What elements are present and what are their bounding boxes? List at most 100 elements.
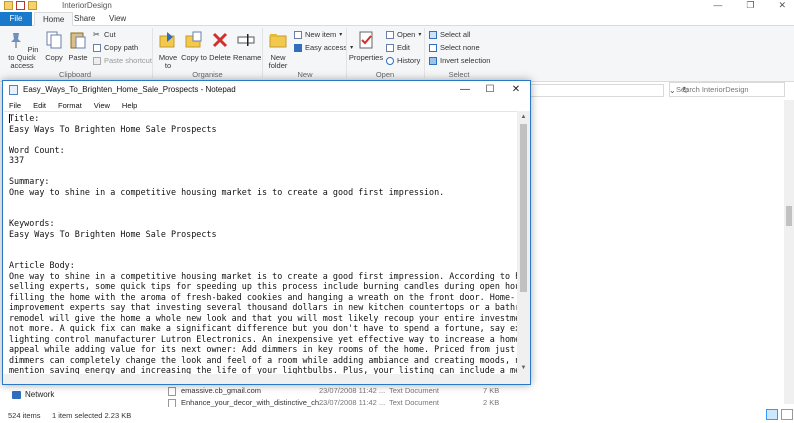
file-size: 2 KB	[483, 398, 500, 407]
maximize-icon[interactable]: ❐	[746, 0, 754, 11]
properties-icon	[359, 31, 373, 49]
edit-icon	[386, 43, 394, 52]
scroll-down-icon[interactable]: ▼	[517, 362, 530, 374]
pin-quick-access-button[interactable]: Pin to Quick access	[2, 30, 42, 70]
explorer-title-bar: InteriorDesign — ❐ ✕	[0, 0, 794, 12]
easy-access-button[interactable]: Easy access ▾	[294, 43, 353, 52]
notepad-title-bar[interactable]: Easy_Ways_To_Brighten_Home_Sale_Prospect…	[3, 81, 530, 99]
select-none-button[interactable]: Select none	[429, 43, 480, 52]
copy-to-button[interactable]: Copy to	[181, 30, 207, 62]
group-label-open: Open	[375, 70, 395, 79]
explorer-scrollbar[interactable]	[784, 100, 794, 404]
chevron-down-icon: ▾	[418, 32, 422, 38]
folder-icon	[4, 1, 13, 10]
notepad-scrollbar[interactable]: ▲ ▼	[517, 111, 530, 374]
tab-file[interactable]: File	[0, 12, 32, 26]
notepad-icon	[9, 85, 18, 95]
scrollbar-thumb[interactable]	[786, 206, 792, 226]
menu-edit[interactable]: Edit	[27, 99, 52, 111]
notepad-text-area[interactable]: Title: Easy Ways To Brighten Home Sale P…	[4, 111, 517, 374]
tab-view[interactable]: View	[101, 12, 134, 26]
edit-button[interactable]: Edit	[386, 43, 410, 52]
file-type: Text Document	[389, 398, 440, 407]
new-folder-icon[interactable]	[28, 1, 37, 10]
ribbon-divider	[346, 28, 347, 78]
address-bar[interactable]	[530, 84, 664, 97]
text-file-icon	[168, 387, 176, 396]
minimize-icon[interactable]: —	[713, 0, 722, 11]
history-button[interactable]: History	[386, 56, 420, 65]
minimize-icon[interactable]: —	[451, 81, 479, 99]
open-button[interactable]: Open ▾	[386, 30, 421, 39]
properties-check-icon[interactable]	[16, 1, 25, 10]
group-label-clipboard: Clipboard	[58, 70, 92, 79]
select-all-button[interactable]: Select all	[429, 30, 470, 39]
status-bar: 524 items 1 item selected 2.23 KB	[0, 407, 794, 423]
history-icon	[386, 56, 394, 65]
move-to-button[interactable]: Move to	[155, 30, 181, 70]
menu-file[interactable]: File	[3, 99, 27, 111]
ribbon: Pin to Quick access Copy Paste ✂ Cut Cop…	[0, 26, 794, 82]
tab-share[interactable]: Share	[66, 12, 103, 26]
document-text[interactable]: Title: Easy Ways To Brighten Home Sale P…	[9, 113, 517, 374]
copy-icon	[46, 31, 62, 49]
copy-to-icon	[185, 31, 202, 48]
large-icons-view-icon[interactable]	[781, 409, 793, 420]
file-row[interactable]: emassive.cb_gmail.com 23/07/2008 11:42 .…	[168, 385, 508, 397]
rename-icon	[237, 34, 255, 46]
paste-shortcut-button[interactable]: Paste shortcut	[93, 56, 152, 65]
notepad-window: Easy_Ways_To_Brighten_Home_Sale_Prospect…	[2, 80, 531, 385]
scrollbar-thumb[interactable]	[520, 124, 527, 292]
ribbon-tabs: File Home Share View	[0, 12, 794, 26]
invert-selection-icon	[429, 56, 437, 65]
menu-help[interactable]: Help	[116, 99, 143, 111]
close-icon[interactable]: ✕	[502, 81, 530, 99]
file-name: emassive.cb_gmail.com	[181, 386, 262, 395]
easy-access-icon	[294, 43, 302, 52]
quick-access-toolbar	[4, 1, 37, 10]
menu-view[interactable]: View	[88, 99, 116, 111]
scroll-up-icon[interactable]: ▲	[517, 111, 530, 123]
pin-icon	[10, 33, 21, 48]
search-placeholder: Search InteriorDesign	[676, 85, 749, 94]
copy-path-icon	[93, 43, 101, 52]
new-item-icon	[294, 30, 302, 39]
file-date: 23/07/2008 11:42 ...	[319, 386, 386, 395]
menu-format[interactable]: Format	[52, 99, 88, 111]
new-item-button[interactable]: New item ▾	[294, 30, 342, 39]
paste-button[interactable]: Paste	[66, 30, 90, 62]
close-icon[interactable]: ✕	[778, 0, 786, 11]
move-to-icon	[159, 32, 175, 48]
select-none-icon	[429, 43, 437, 52]
rename-button[interactable]: Rename	[233, 30, 261, 62]
file-type: Text Document	[389, 386, 440, 395]
explorer-window-controls: — ❐ ✕	[713, 0, 786, 11]
delete-icon	[212, 32, 228, 48]
copy-path-button[interactable]: Copy path	[93, 43, 138, 52]
notepad-menu-bar: File Edit Format View Help	[3, 99, 530, 111]
nav-item-network[interactable]: Network	[12, 390, 54, 399]
new-folder-button[interactable]: New folder	[264, 30, 292, 70]
cut-button[interactable]: ✂ Cut	[93, 30, 116, 39]
item-count: 524 items	[8, 411, 41, 420]
file-date: 23/07/2008 11:42 ...	[319, 398, 386, 407]
search-input[interactable]: Search InteriorDesign	[669, 82, 785, 97]
open-icon	[386, 30, 394, 39]
group-label-new: New	[297, 70, 313, 79]
explorer-window-title: InteriorDesign	[62, 1, 112, 10]
ribbon-divider	[262, 28, 263, 78]
maximize-icon[interactable]: ☐	[476, 81, 504, 99]
network-icon	[12, 390, 21, 399]
ribbon-divider	[424, 28, 425, 78]
group-label-select: Select	[448, 70, 470, 79]
details-view-icon[interactable]	[766, 409, 778, 420]
properties-button[interactable]: Properties	[348, 30, 384, 62]
notepad-window-title: Easy_Ways_To_Brighten_Home_Sale_Prospect…	[23, 85, 236, 94]
new-folder-icon	[269, 34, 287, 48]
text-caret	[9, 114, 10, 123]
delete-button[interactable]: Delete	[207, 30, 233, 62]
file-name: Enhance_your_decor_with_distinctive_ch..…	[181, 398, 326, 407]
copy-button[interactable]: Copy	[42, 30, 66, 62]
invert-selection-button[interactable]: Invert selection	[429, 56, 490, 65]
scissors-icon: ✂	[93, 29, 100, 39]
